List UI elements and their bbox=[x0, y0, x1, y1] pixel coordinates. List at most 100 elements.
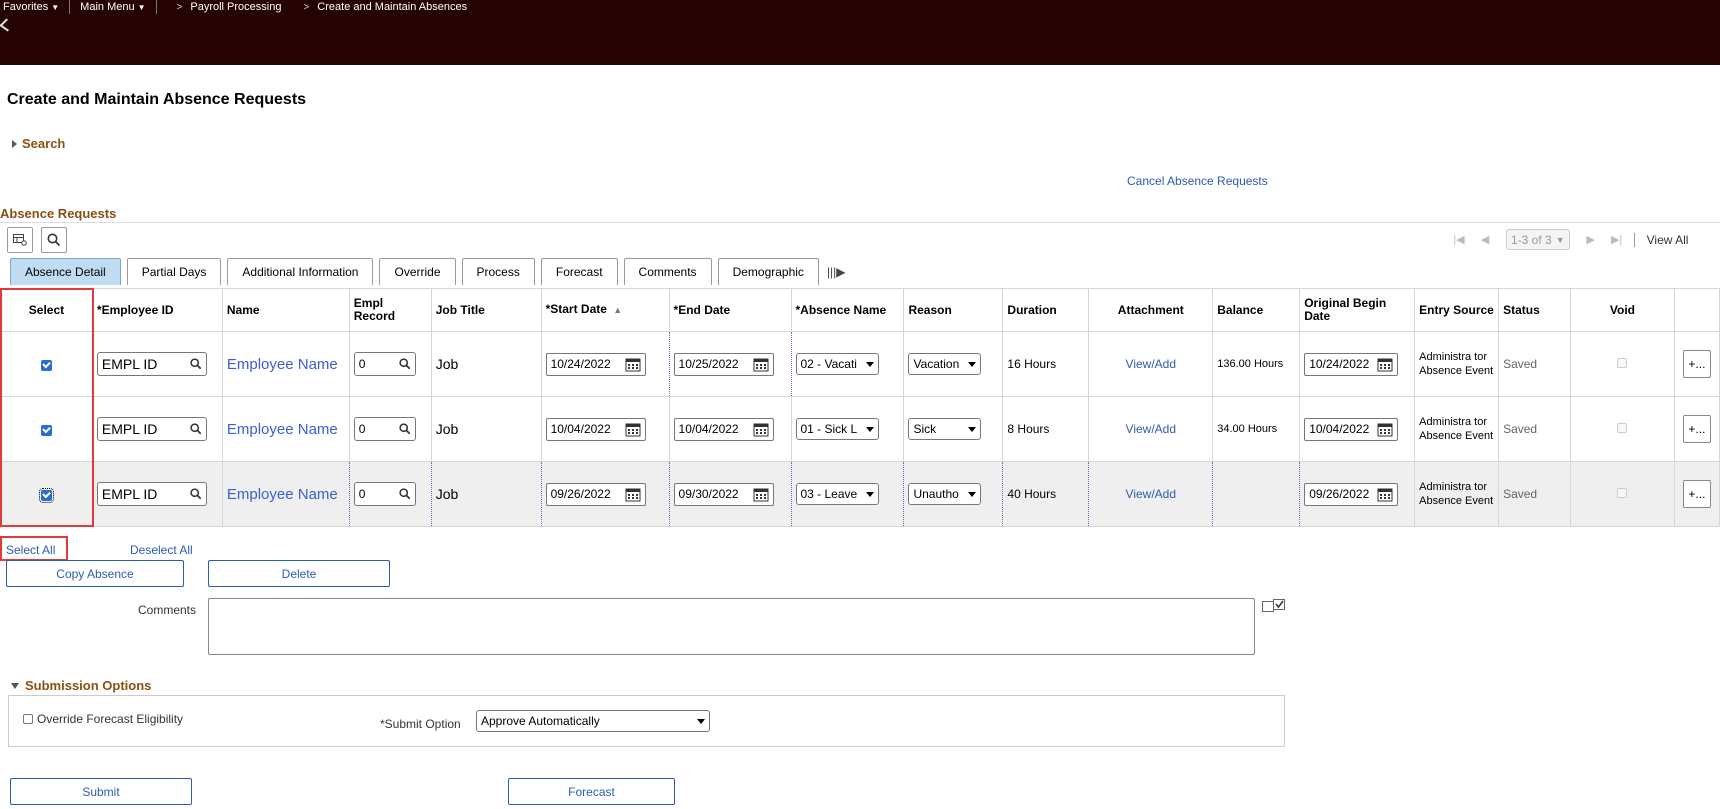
end-date-input[interactable]: 10/25/2022 bbox=[673, 352, 774, 376]
deselect-all-link[interactable]: Deselect All bbox=[130, 543, 193, 557]
search-icon[interactable] bbox=[190, 423, 202, 435]
row-range-select[interactable]: 1-3 of 3 ▼ bbox=[1506, 229, 1570, 250]
col-reason[interactable]: Reason bbox=[903, 288, 1004, 332]
next-page-icon[interactable]: ▶ bbox=[1580, 233, 1602, 246]
calendar-icon[interactable] bbox=[625, 357, 641, 372]
delete-button[interactable]: Delete bbox=[208, 560, 390, 587]
absence-name-select[interactable]: 03 - Leave bbox=[795, 483, 879, 505]
tab-partial-days[interactable]: Partial Days bbox=[126, 258, 222, 285]
personalize-grid-button[interactable] bbox=[7, 227, 33, 253]
copy-absence-button[interactable]: Copy Absence bbox=[6, 560, 184, 587]
reason-select[interactable]: Vacation bbox=[908, 353, 982, 375]
end-date-input[interactable]: 10/04/2022 bbox=[673, 417, 774, 441]
calendar-icon[interactable] bbox=[753, 357, 769, 372]
search-toggle[interactable]: Search bbox=[12, 136, 65, 151]
reason-select[interactable]: Unautho bbox=[908, 483, 982, 505]
empl-record-input[interactable]: 0 bbox=[353, 352, 416, 376]
empl-record-input[interactable]: 0 bbox=[353, 482, 416, 506]
tab-comments[interactable]: Comments bbox=[623, 258, 712, 285]
add-row-button[interactable]: +... bbox=[1682, 415, 1711, 443]
calendar-icon[interactable] bbox=[753, 487, 769, 502]
employee-id-input[interactable]: EMPL ID bbox=[96, 417, 207, 441]
col-job-title[interactable]: Job Title bbox=[430, 288, 542, 332]
absence-name-select[interactable]: 01 - Sick L bbox=[795, 418, 879, 440]
view-add-attachment-link[interactable]: View/Add bbox=[1126, 487, 1176, 501]
employee-id-input[interactable]: EMPL ID bbox=[96, 482, 207, 506]
select-all-link[interactable]: Select All bbox=[6, 543, 55, 557]
job-title-value: Job bbox=[435, 356, 459, 372]
submit-option-select[interactable]: Approve Automatically bbox=[476, 710, 710, 732]
employee-name-link[interactable]: Employee Name bbox=[227, 356, 338, 373]
start-date-input[interactable]: 10/04/2022 bbox=[545, 417, 646, 441]
calendar-icon[interactable] bbox=[1377, 357, 1393, 372]
tab-override[interactable]: Override bbox=[379, 258, 456, 285]
last-page-icon[interactable]: ▶| bbox=[1606, 233, 1628, 246]
view-add-attachment-link[interactable]: View/Add bbox=[1126, 422, 1176, 436]
search-icon[interactable] bbox=[190, 358, 202, 370]
first-page-icon[interactable]: |◀ bbox=[1448, 233, 1470, 246]
reason-select[interactable]: Sick bbox=[908, 418, 982, 440]
forecast-button[interactable]: Forecast bbox=[508, 778, 675, 805]
tab-process[interactable]: Process bbox=[461, 258, 535, 285]
end-date-input[interactable]: 09/30/2022 bbox=[673, 482, 774, 506]
calendar-icon[interactable] bbox=[1377, 422, 1393, 437]
calendar-icon[interactable] bbox=[1377, 487, 1393, 502]
start-date-input[interactable]: 09/26/2022 bbox=[545, 482, 646, 506]
employee-id-input[interactable]: EMPL ID bbox=[96, 352, 207, 376]
view-all-link[interactable]: View All bbox=[1647, 233, 1689, 247]
start-date-input[interactable]: 10/24/2022 bbox=[545, 352, 646, 376]
search-icon[interactable] bbox=[190, 488, 202, 500]
employee-name-link[interactable]: Employee Name bbox=[227, 421, 338, 438]
row-select-checkbox[interactable] bbox=[38, 488, 54, 503]
employee-name-link[interactable]: Employee Name bbox=[227, 486, 338, 503]
col-employee-id[interactable]: *Employee ID bbox=[91, 288, 223, 332]
original-begin-date-input[interactable]: 09/26/2022 bbox=[1304, 482, 1399, 506]
col-end-date[interactable]: *End Date bbox=[668, 288, 792, 332]
col-balance[interactable]: Balance bbox=[1212, 288, 1301, 332]
override-forecast-label: Override Forecast Eligibility bbox=[37, 712, 184, 726]
main-menu-label: Main Menu bbox=[80, 1, 135, 13]
main-menu[interactable]: Main Menu ▼ bbox=[80, 1, 145, 13]
cancel-absence-requests-link[interactable]: Cancel Absence Requests bbox=[1127, 174, 1268, 188]
tab-demographic[interactable]: Demographic bbox=[717, 258, 819, 285]
calendar-icon[interactable] bbox=[625, 487, 641, 502]
col-entry-source[interactable]: Entry Source bbox=[1414, 288, 1500, 332]
original-begin-date-input[interactable]: 10/04/2022 bbox=[1304, 417, 1399, 441]
row-select-checkbox[interactable] bbox=[40, 360, 52, 371]
find-in-grid-button[interactable] bbox=[41, 227, 67, 253]
col-start-date[interactable]: *Start Date ▲ bbox=[540, 288, 670, 332]
breadcrumb-absences[interactable]: > Create and Maintain Absences bbox=[303, 1, 467, 13]
search-icon[interactable] bbox=[399, 488, 411, 500]
tab-absence-detail[interactable]: Absence Detail bbox=[10, 258, 121, 285]
col-original-begin-date[interactable]: Original Begin Date bbox=[1299, 288, 1416, 332]
col-duration[interactable]: Duration bbox=[1002, 288, 1090, 332]
add-row-button[interactable]: +... bbox=[1682, 480, 1711, 508]
comments-textarea[interactable] bbox=[208, 598, 1255, 655]
show-all-columns-icon[interactable]: |||▶ bbox=[827, 265, 846, 279]
submission-options-toggle[interactable]: Submission Options bbox=[11, 678, 151, 693]
absence-name-select[interactable]: 02 - Vacati bbox=[795, 353, 879, 375]
spell-check-icon[interactable] bbox=[1262, 599, 1286, 613]
empl-record-input[interactable]: 0 bbox=[353, 417, 416, 441]
favorites-menu[interactable]: Favorites ▼ bbox=[3, 1, 59, 13]
original-begin-date-input[interactable]: 10/24/2022 bbox=[1304, 352, 1399, 376]
view-add-attachment-link[interactable]: View/Add bbox=[1126, 357, 1176, 371]
add-row-button[interactable]: +... bbox=[1682, 350, 1711, 378]
checkbox-box[interactable] bbox=[23, 714, 33, 724]
row-select-checkbox[interactable] bbox=[40, 425, 52, 436]
search-icon[interactable] bbox=[399, 423, 411, 435]
previous-page-icon[interactable]: ◀ bbox=[1474, 233, 1496, 246]
search-icon[interactable] bbox=[399, 358, 411, 370]
submit-button[interactable]: Submit bbox=[10, 778, 192, 805]
override-forecast-eligibility-checkbox[interactable]: Override Forecast Eligibility bbox=[23, 712, 183, 726]
calendar-icon[interactable] bbox=[625, 422, 641, 437]
col-empl-record[interactable]: Empl Record bbox=[348, 288, 432, 332]
col-status[interactable]: Status bbox=[1498, 288, 1572, 332]
breadcrumb-payroll[interactable]: > Payroll Processing bbox=[177, 1, 282, 13]
col-absence-name[interactable]: *Absence Name bbox=[790, 288, 905, 332]
calendar-icon[interactable] bbox=[753, 422, 769, 437]
chevron-down-icon bbox=[865, 426, 874, 432]
col-name[interactable]: Name bbox=[221, 288, 350, 332]
tab-additional-information[interactable]: Additional Information bbox=[227, 258, 374, 285]
tab-forecast[interactable]: Forecast bbox=[540, 258, 618, 285]
